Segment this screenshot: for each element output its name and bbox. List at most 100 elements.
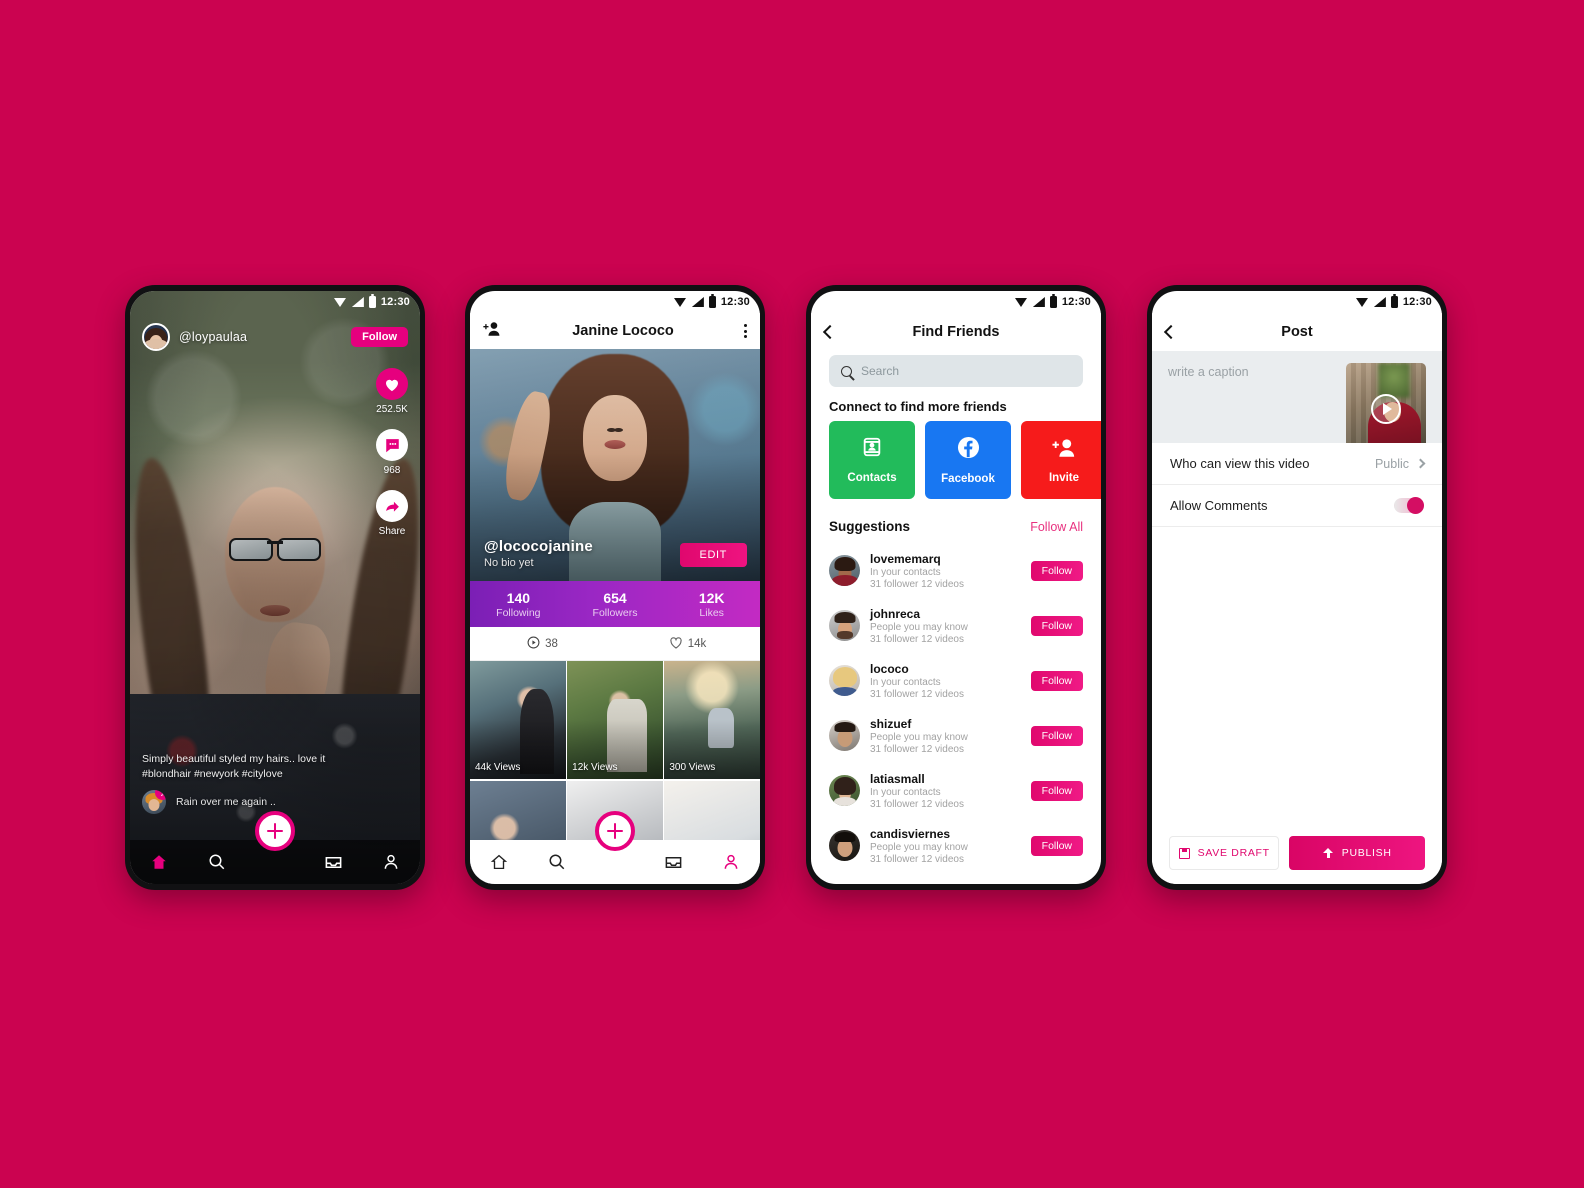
- connect-facebook-button[interactable]: Facebook: [925, 421, 1011, 499]
- grid-item[interactable]: 300 Views: [664, 661, 760, 779]
- model-face: [225, 486, 325, 622]
- caption-block: Simply beautiful styled my hairs.. love …: [142, 752, 350, 814]
- floppy-disk-icon: [1178, 847, 1190, 859]
- avatar: [829, 830, 860, 861]
- avatar[interactable]: [142, 323, 170, 351]
- signal-icon: [1373, 297, 1386, 307]
- grid-item[interactable]: 44k Views: [470, 661, 566, 779]
- connect-invite-button[interactable]: Invite: [1021, 421, 1101, 499]
- caption-input[interactable]: write a caption: [1168, 365, 1346, 379]
- publish-button[interactable]: PUBLISH: [1289, 836, 1425, 870]
- signal-icon: [691, 297, 704, 307]
- page-title: Find Friends: [912, 324, 1000, 340]
- phone-find-friends: 12:30 Find Friends Search Connect to fin…: [806, 285, 1106, 890]
- battery-icon: [1049, 293, 1057, 308]
- add-person-icon[interactable]: [483, 320, 502, 342]
- nav-profile-icon[interactable]: [380, 851, 402, 873]
- music-avatar: ♪: [142, 790, 166, 814]
- caption-hashtags[interactable]: #blondhair #newyork #citylove: [142, 767, 350, 782]
- list-item[interactable]: lococo In your contacts 31 follower 12 v…: [829, 653, 1083, 708]
- metric-likes[interactable]: 14k: [615, 627, 760, 660]
- grid-item[interactable]: 12k Views: [567, 661, 663, 779]
- music-row[interactable]: ♪ Rain over me again ..: [142, 790, 350, 814]
- battery-icon: [1390, 293, 1398, 308]
- publish-label: PUBLISH: [1341, 847, 1392, 859]
- phone-profile: 12:30 Janine Lococo @lococojanine No bio…: [465, 285, 765, 890]
- comment-button[interactable]: [376, 429, 408, 461]
- share-label: Share: [378, 526, 406, 537]
- stat-value: 654: [603, 589, 627, 606]
- stat-followers[interactable]: 654 Followers: [567, 581, 664, 627]
- stat-likes[interactable]: 12K Likes: [663, 581, 760, 627]
- author-handle[interactable]: @loypaulaa: [179, 330, 342, 344]
- list-item[interactable]: shizuef People you may know 31 follower …: [829, 708, 1083, 763]
- nav-profile-icon[interactable]: [720, 851, 742, 873]
- list-item[interactable]: lovememarq In your contacts 31 follower …: [829, 543, 1083, 598]
- profile-identity: @lococojanine No bio yet: [484, 538, 593, 569]
- action-rail: 252.5K 968 Share: [376, 368, 408, 549]
- signal-icon: [1032, 297, 1045, 307]
- more-vertical-icon[interactable]: [744, 324, 747, 338]
- follow-all-button[interactable]: Follow All: [1030, 520, 1083, 534]
- nav-create-spacer: [604, 851, 626, 873]
- suggestions-list: lovememarq In your contacts 31 follower …: [829, 543, 1083, 873]
- nav-inbox-icon[interactable]: [662, 851, 684, 873]
- profile-handle: @lococojanine: [484, 538, 593, 555]
- play-icon[interactable]: [1371, 394, 1401, 424]
- suggestion-name: shizuef: [870, 716, 912, 731]
- play-circle-icon: [527, 636, 540, 652]
- create-button[interactable]: [255, 811, 295, 851]
- nav-search-icon[interactable]: [546, 851, 568, 873]
- avatar: [829, 775, 860, 806]
- follow-button[interactable]: Follow: [1030, 835, 1083, 856]
- list-item[interactable]: candisviernes People you may know 31 fol…: [829, 818, 1083, 873]
- privacy-label: Who can view this video: [1170, 456, 1310, 471]
- chevron-right-icon: [1415, 458, 1426, 469]
- nav-home-icon[interactable]: [148, 851, 170, 873]
- follow-button[interactable]: Follow: [1030, 560, 1083, 581]
- status-time: 12:30: [380, 296, 410, 308]
- status-time: 12:30: [720, 296, 750, 308]
- metric-videos[interactable]: 38: [470, 627, 615, 660]
- post-screen: 12:30 Post write a caption Who can view …: [1152, 291, 1442, 884]
- caption-area: write a caption: [1152, 351, 1442, 455]
- connect-contacts-button[interactable]: Contacts: [829, 421, 915, 499]
- stat-label: Followers: [592, 606, 638, 619]
- list-item[interactable]: johnreca People you may know 31 follower…: [829, 598, 1083, 653]
- profile-metrics: 38 14k: [470, 627, 760, 661]
- page-title: Janine Lococo: [572, 323, 674, 339]
- follow-button[interactable]: Follow: [1030, 780, 1083, 801]
- connect-button-label: Contacts: [847, 472, 897, 484]
- post-footer: SAVE DRAFT PUBLISH: [1152, 822, 1442, 884]
- privacy-row[interactable]: Who can view this video Public: [1152, 443, 1442, 485]
- nav-search-icon[interactable]: [206, 851, 228, 873]
- list-item[interactable]: latiasmall In your contacts 31 follower …: [829, 763, 1083, 818]
- heart-outline-icon: [669, 636, 683, 652]
- like-button[interactable]: [376, 368, 408, 400]
- stat-following[interactable]: 140 Following: [470, 581, 567, 627]
- nav-inbox-icon[interactable]: [322, 851, 344, 873]
- allow-comments-toggle[interactable]: [1394, 497, 1424, 514]
- search-input[interactable]: Search: [829, 355, 1083, 387]
- add-person-icon: [1052, 437, 1076, 463]
- status-bar: 12:30: [470, 291, 760, 313]
- like-count: 252.5K: [376, 404, 408, 415]
- connect-button-label: Invite: [1048, 471, 1080, 484]
- search-icon: [841, 365, 852, 377]
- model-lips: [260, 605, 290, 617]
- edit-profile-button[interactable]: EDIT: [679, 543, 747, 567]
- suggestion-relation: People you may know: [870, 621, 968, 633]
- battery-icon: [708, 293, 716, 308]
- nav-home-icon[interactable]: [488, 851, 510, 873]
- metric-value: 14k: [687, 637, 707, 650]
- model-hand: [259, 619, 336, 732]
- create-button[interactable]: [595, 811, 635, 851]
- share-button[interactable]: [376, 490, 408, 522]
- follow-button[interactable]: Follow: [1030, 670, 1083, 691]
- save-draft-label: SAVE DRAFT: [1197, 847, 1270, 859]
- video-thumbnail[interactable]: [1346, 363, 1426, 455]
- follow-button[interactable]: Follow: [351, 327, 408, 347]
- follow-button[interactable]: Follow: [1030, 725, 1083, 746]
- save-draft-button[interactable]: SAVE DRAFT: [1169, 836, 1280, 870]
- follow-button[interactable]: Follow: [1030, 615, 1083, 636]
